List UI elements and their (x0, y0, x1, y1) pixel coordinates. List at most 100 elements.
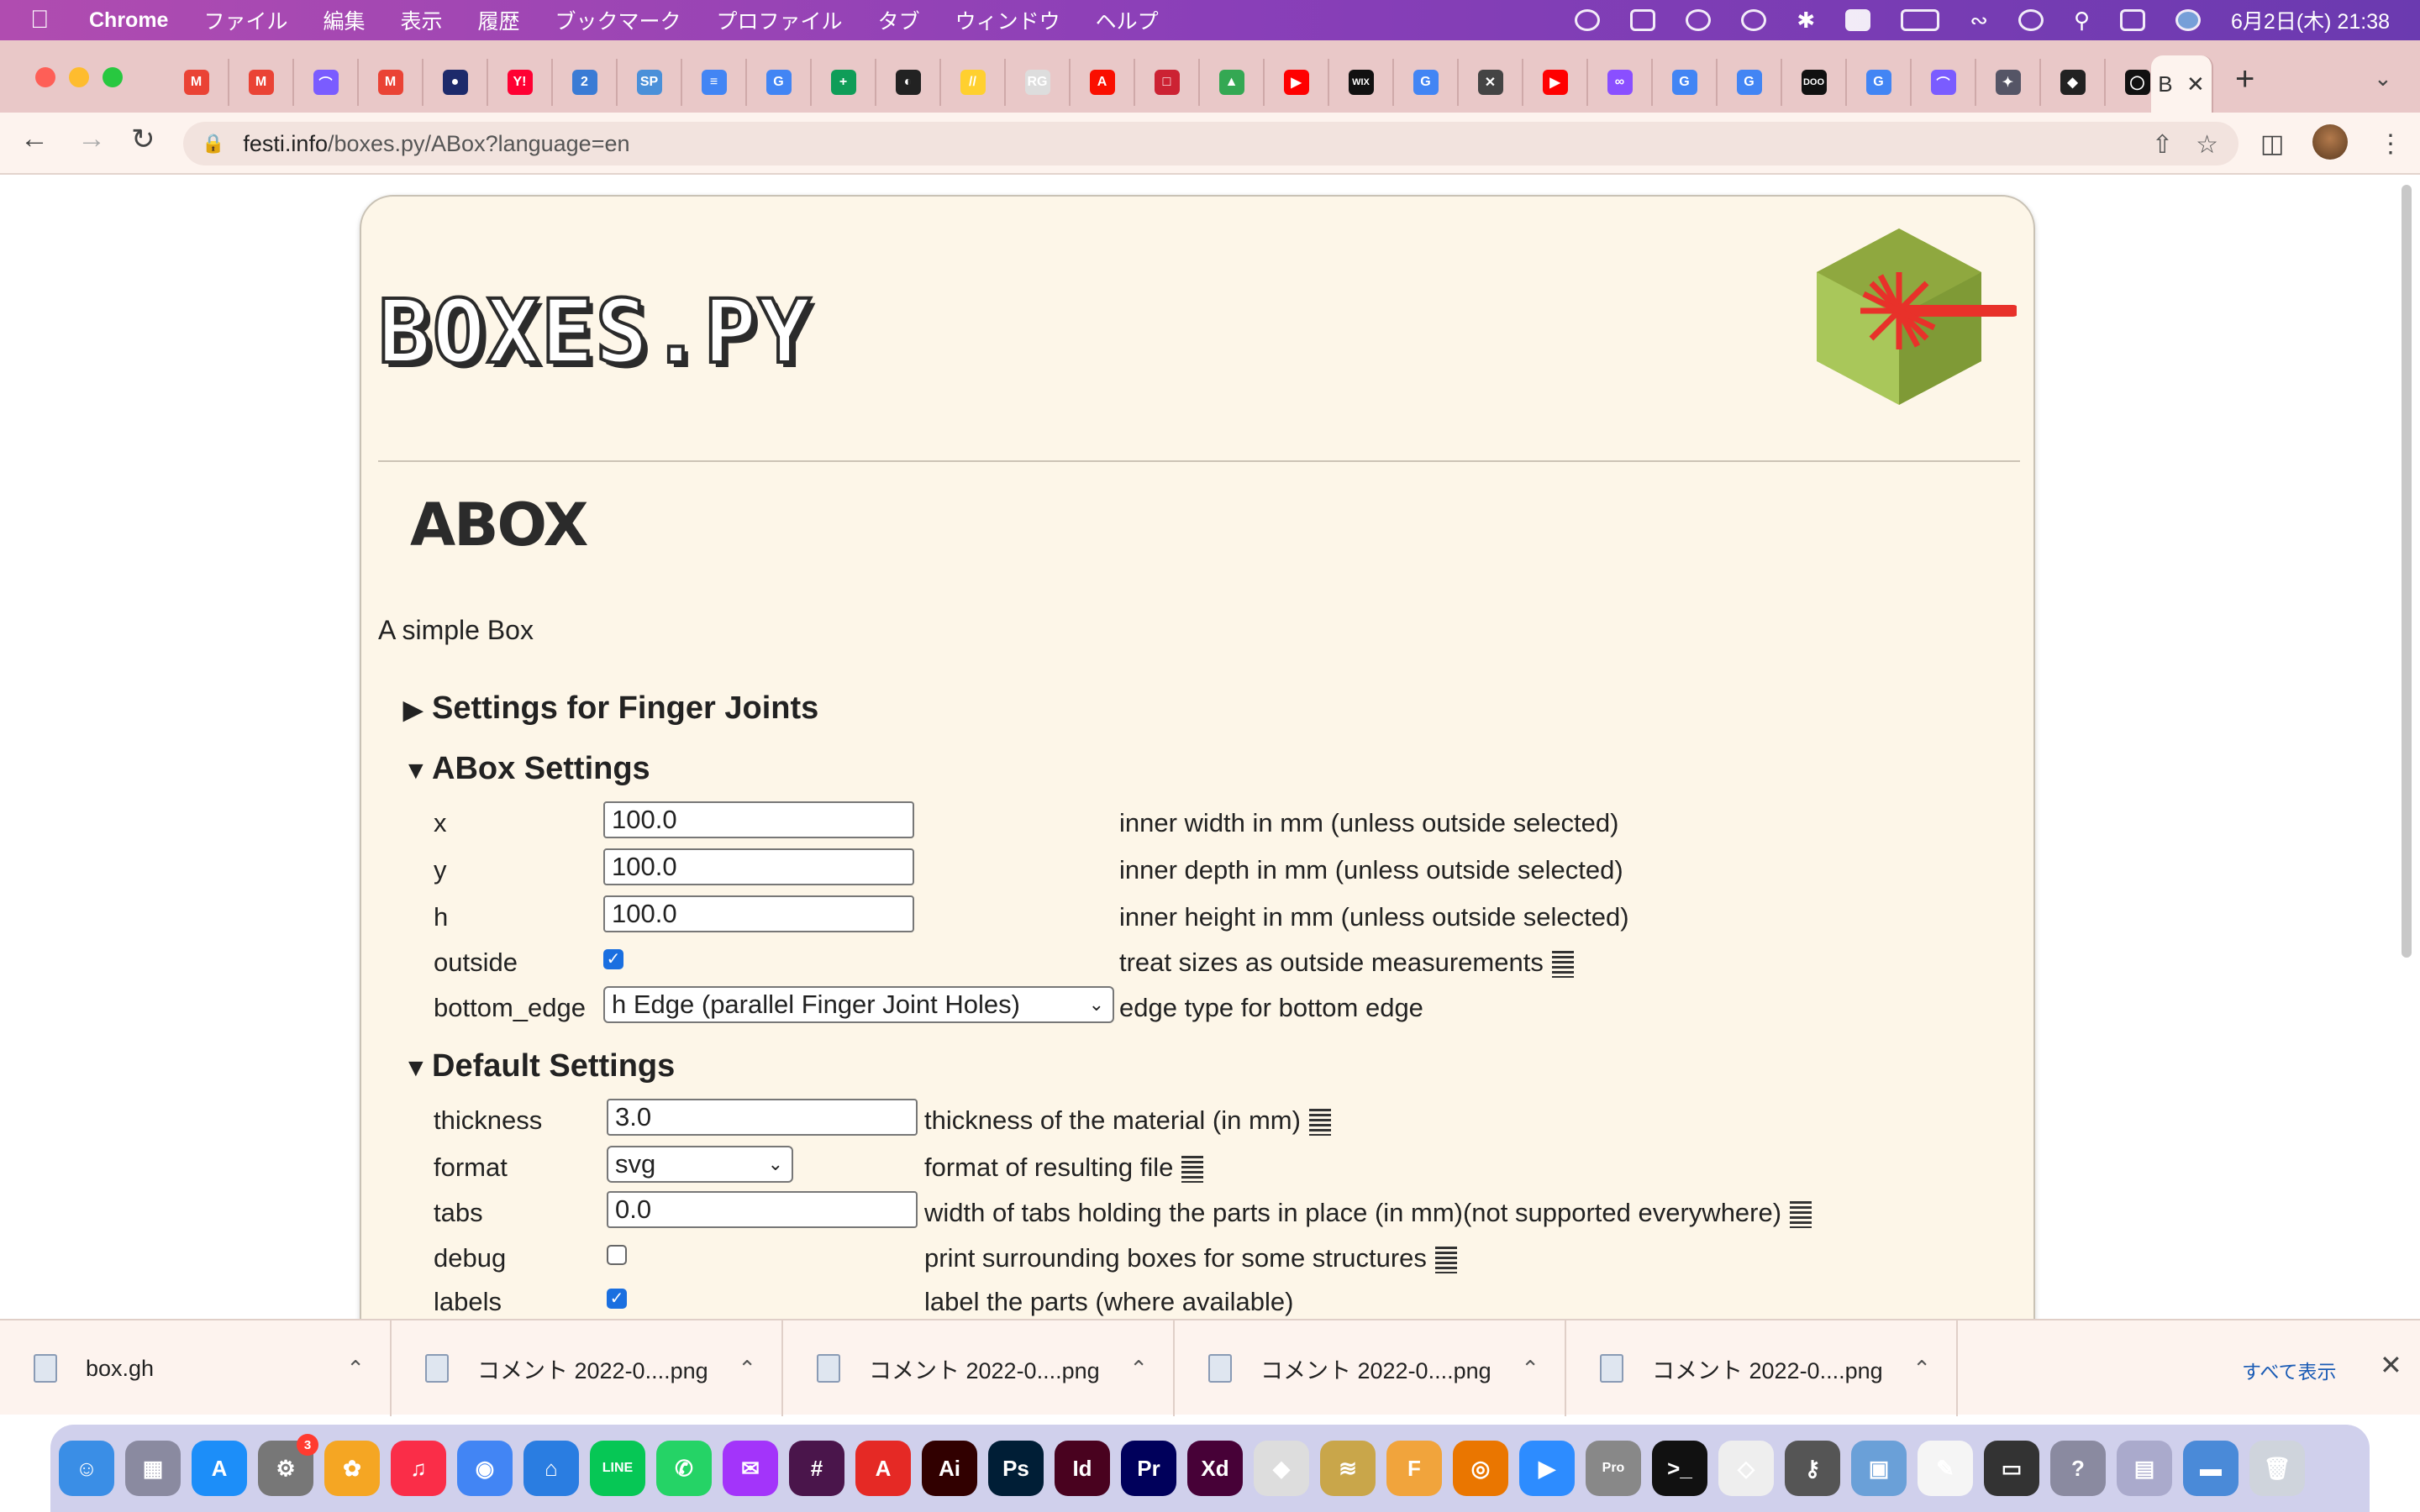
input-x[interactable]: 100.0 (603, 801, 914, 838)
indesign-icon[interactable]: Id (1055, 1441, 1110, 1496)
help-doc-icon[interactable] (1790, 1200, 1812, 1228)
user-icon[interactable] (2018, 9, 2044, 31)
browser-tab[interactable]: ◐ (876, 59, 941, 106)
show-all-downloads-button[interactable]: すべて表示 (2242, 1356, 2336, 1384)
browser-tab[interactable]: DOO (1782, 59, 1847, 106)
system-preferences-icon[interactable]: ⚙ 3 (258, 1434, 318, 1496)
browser-tab[interactable]: ● (424, 59, 488, 106)
browser-tab[interactable]: A (1071, 59, 1135, 106)
menu-window[interactable]: ウィンドウ (955, 5, 1060, 35)
download-item[interactable]: コメント 2022-0....png ⌃ (1175, 1320, 1566, 1416)
browser-tab[interactable]: ▲ (1200, 59, 1265, 106)
lock-icon[interactable]: 🔒 (202, 133, 224, 155)
browser-tab[interactable]: G (1718, 59, 1782, 106)
input-thickness[interactable]: 3.0 (607, 1099, 918, 1136)
photos-icon[interactable]: ✿ (324, 1441, 380, 1496)
window-minimize-button[interactable] (69, 67, 89, 87)
browser-tab[interactable]: ⌒ (1912, 59, 1976, 106)
side-panel-icon[interactable]: ◫ (2260, 129, 2284, 159)
boxes-laser-logo-icon[interactable] (1815, 220, 2017, 413)
folder-thumbs-icon[interactable]: ▤ (2117, 1441, 2172, 1496)
browser-tab[interactable]: SP (618, 59, 682, 106)
layers-icon[interactable]: ≋ (1320, 1441, 1376, 1496)
line-icon[interactable]: LINE (590, 1441, 645, 1496)
sketchup-icon[interactable]: ◇ (1718, 1441, 1774, 1496)
menubar-clock[interactable]: 6月2日(木) 21:38 (2231, 5, 2390, 35)
menu-view[interactable]: 表示 (401, 5, 443, 35)
keychain-icon[interactable]: ⚷ (1785, 1441, 1840, 1496)
messenger-icon[interactable]: ✉ (723, 1441, 778, 1496)
chrome-icon[interactable]: ◉ (457, 1441, 513, 1496)
more-menu-icon[interactable]: ⋮ (2378, 129, 2403, 159)
address-bar[interactable]: 🔒 festi.info /boxes.py/ABox?language=en … (183, 122, 2238, 165)
help-doc-icon[interactable] (1308, 1108, 1331, 1136)
whatsapp-icon[interactable]: ✆ (656, 1441, 712, 1496)
download-item[interactable]: コメント 2022-0....png ⌃ (783, 1320, 1175, 1416)
creative-cloud-icon[interactable] (1575, 9, 1601, 31)
chevron-up-icon[interactable]: ⌃ (738, 1356, 756, 1382)
browser-tab[interactable]: G (1847, 59, 1912, 106)
textedit-icon[interactable]: ✎ (1918, 1441, 1973, 1496)
browser-tab[interactable]: // (941, 59, 1006, 106)
download-item[interactable]: コメント 2022-0....png ⌃ (392, 1320, 783, 1416)
apple-menu-icon[interactable]:  (30, 6, 64, 34)
boxes-py-wordmark[interactable]: BOXES.PY (376, 279, 813, 385)
download-item[interactable]: コメント 2022-0....png ⌃ (1566, 1320, 1958, 1416)
help-doc-icon[interactable] (1181, 1155, 1204, 1183)
zoom-icon[interactable]: ▶ (1519, 1441, 1575, 1496)
preview-icon[interactable]: ▣ (1851, 1441, 1907, 1496)
browser-tab[interactable]: G (1653, 59, 1718, 106)
window-close-button[interactable] (35, 67, 55, 87)
checkbox-labels[interactable]: ✓ (607, 1289, 627, 1309)
siri-icon[interactable] (2175, 9, 2202, 31)
slack-icon[interactable]: # (789, 1441, 844, 1496)
browser-tab[interactable]: M (359, 59, 424, 106)
profile-avatar[interactable] (2312, 124, 2348, 160)
bluetooth-icon[interactable]: ✱ (1797, 8, 1815, 34)
tab-close-icon[interactable]: ✕ (2186, 71, 2205, 97)
chevron-up-icon[interactable]: ⌃ (1129, 1356, 1148, 1382)
music-icon[interactable]: ♫ (391, 1441, 446, 1496)
fusion-icon[interactable]: F (1386, 1441, 1442, 1496)
menu-app-name[interactable]: Chrome (89, 8, 168, 33)
share-icon[interactable]: ⇧ (2152, 130, 2173, 160)
back-arrow-icon[interactable]: ← (20, 123, 49, 155)
browser-tab[interactable]: ◆ (2041, 59, 2106, 106)
terminal-icon[interactable]: >_ (1652, 1441, 1707, 1496)
menu-profiles[interactable]: プロファイル (717, 5, 843, 35)
keynote-icon[interactable]: ⌂ (523, 1441, 579, 1496)
browser-tab[interactable]: G (1394, 59, 1459, 106)
new-tab-button[interactable]: + (2235, 60, 2254, 98)
help-icon[interactable]: ? (2050, 1441, 2106, 1496)
help-doc-icon[interactable] (1551, 950, 1574, 978)
blender-icon[interactable]: ◎ (1453, 1441, 1508, 1496)
browser-tab[interactable]: ∞ (1588, 59, 1653, 106)
browser-tab[interactable]: M (229, 59, 294, 106)
play-icon[interactable] (1741, 9, 1767, 31)
input-tabs[interactable]: 0.0 (607, 1191, 918, 1228)
chevron-up-icon[interactable]: ⌃ (1912, 1356, 1931, 1382)
acrobat-icon[interactable]: A (855, 1441, 911, 1496)
browser-tab[interactable]: ▶ (1523, 59, 1588, 106)
input-source-icon[interactable] (1845, 9, 1871, 31)
browser-tab[interactable]: ≡ (682, 59, 747, 106)
checkbox-outside[interactable]: ✓ (603, 949, 623, 969)
section-finger-joints[interactable]: ▶ Settings for Finger Joints (403, 690, 818, 727)
select-bottom-edge[interactable]: h Edge (parallel Finger Joint Holes) ⌄ (603, 986, 1114, 1023)
display-icon[interactable]: ▬ (2183, 1441, 2238, 1496)
browser-tab[interactable]: ✕ (1459, 59, 1523, 106)
line-status-icon[interactable] (1686, 9, 1712, 31)
browser-tab[interactable]: □ (1135, 59, 1200, 106)
menu-help[interactable]: ヘルプ (1096, 5, 1159, 35)
illustrator-icon[interactable]: Ai (922, 1441, 977, 1496)
input-y[interactable]: 100.0 (603, 848, 914, 885)
trash-icon[interactable]: 🗑 (2249, 1441, 2305, 1496)
battery-icon[interactable] (1901, 9, 1940, 31)
window-zoom-button[interactable] (103, 67, 123, 87)
photoshop-icon[interactable]: Ps (988, 1441, 1044, 1496)
menu-bookmarks[interactable]: ブックマーク (555, 5, 681, 35)
wifi-icon[interactable]: ∾ (1970, 8, 1988, 34)
close-downloads-icon[interactable]: ✕ (2380, 1349, 2402, 1381)
browser-tab[interactable]: G (747, 59, 812, 106)
browser-tab[interactable]: Y! (488, 59, 553, 106)
